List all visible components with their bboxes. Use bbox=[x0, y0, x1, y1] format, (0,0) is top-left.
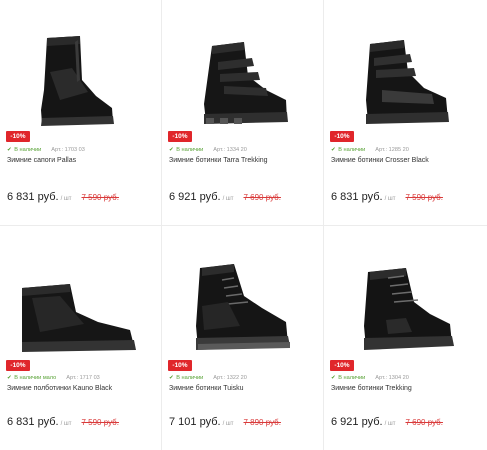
stock-label: В наличии bbox=[338, 375, 366, 381]
lace-winter-boot-icon bbox=[196, 264, 290, 350]
current-price: 6 921 руб. bbox=[169, 191, 221, 203]
discount-badge: -10% bbox=[6, 360, 30, 371]
check-icon: ✔ bbox=[331, 375, 336, 381]
stock-status: ✔ В наличии Арт.: 1304 20 bbox=[331, 374, 409, 383]
article-number: Арт.: 1304 20 bbox=[375, 375, 409, 381]
check-icon: ✔ bbox=[7, 147, 12, 153]
old-price: 7 890 руб. bbox=[243, 418, 281, 427]
product-card[interactable]: -10% ✔ В наличии мало Арт.: 1717 03 Зимни… bbox=[0, 226, 162, 450]
price-row: 6 831 руб. / шт 7 590 руб. bbox=[331, 189, 443, 206]
current-price: 7 101 руб. bbox=[169, 416, 221, 428]
current-price: 6 831 руб. bbox=[7, 191, 59, 203]
stock-label: В наличии bbox=[176, 147, 204, 153]
price-row: 6 921 руб. / шт 7 690 руб. bbox=[331, 414, 443, 431]
old-price: 7 690 руб. bbox=[405, 418, 443, 427]
product-card[interactable]: -10% ✔ В наличии Арт.: 1703 03 Зимние сап… bbox=[0, 0, 162, 225]
product-card[interactable]: -10% ✔ В наличии Арт.: 1334 20 Зимние бот… bbox=[162, 0, 324, 225]
old-price: 7 590 руб. bbox=[81, 418, 119, 427]
stock-label: В наличии bbox=[176, 375, 204, 381]
stock-status: ✔ В наличии Арт.: 1334 20 bbox=[169, 146, 247, 155]
stock-label: В наличии мало bbox=[14, 375, 57, 381]
price-row: 6 831 руб. / шт 7 590 руб. bbox=[7, 414, 119, 431]
stock-status: ✔ В наличии мало Арт.: 1717 03 bbox=[7, 374, 100, 383]
check-icon: ✔ bbox=[169, 147, 174, 153]
article-number: Арт.: 1285 20 bbox=[375, 147, 409, 153]
price-unit: / шт bbox=[384, 196, 396, 202]
price-unit: / шт bbox=[384, 421, 396, 427]
product-name-link[interactable]: Зимние ботинки Crosser Black bbox=[331, 156, 429, 166]
stock-label: В наличии bbox=[338, 147, 366, 153]
product-image[interactable] bbox=[324, 226, 486, 361]
price-row: 6 921 руб. / шт 7 690 руб. bbox=[169, 189, 281, 206]
product-image[interactable] bbox=[162, 226, 324, 361]
stock-status: ✔ В наличии Арт.: 1703 03 bbox=[7, 146, 85, 155]
stock-status: ✔ В наличии Арт.: 1285 20 bbox=[331, 146, 409, 155]
product-image[interactable] bbox=[0, 0, 162, 135]
old-price: 7 590 руб. bbox=[81, 193, 119, 202]
low-winter-boot-icon bbox=[22, 284, 136, 352]
discount-badge: -10% bbox=[6, 131, 30, 142]
velcro-winter-boot-icon bbox=[204, 42, 288, 124]
product-name-link[interactable]: Зимние ботинки Tuisku bbox=[169, 384, 244, 394]
current-price: 6 831 руб. bbox=[7, 416, 59, 428]
product-card[interactable]: -10% ✔ В наличии Арт.: 1285 20 Зимние бот… bbox=[324, 0, 486, 225]
stock-status: ✔ В наличии Арт.: 1322 20 bbox=[169, 374, 247, 383]
price-unit: / шт bbox=[222, 196, 234, 202]
product-image[interactable] bbox=[162, 0, 324, 135]
product-card[interactable]: -10% ✔ В наличии Арт.: 1304 20 Зимние бот… bbox=[324, 226, 486, 450]
product-name-link[interactable]: Зимние сапоги Pallas bbox=[7, 156, 76, 166]
stock-label: В наличии bbox=[14, 147, 42, 153]
product-card[interactable]: -10% ✔ В наличии Арт.: 1322 20 Зимние бот… bbox=[162, 226, 324, 450]
product-name-link[interactable]: Зимние ботинки Tarra Trekking bbox=[169, 156, 268, 166]
discount-badge: -10% bbox=[330, 360, 354, 371]
product-name-link[interactable]: Зимние ботинки Trekking bbox=[331, 384, 412, 394]
price-row: 7 101 руб. / шт 7 890 руб. bbox=[169, 414, 281, 431]
check-icon: ✔ bbox=[169, 375, 174, 381]
article-number: Арт.: 1703 03 bbox=[51, 147, 85, 153]
velcro-winter-boot-icon bbox=[366, 40, 449, 124]
article-number: Арт.: 1717 03 bbox=[66, 375, 100, 381]
discount-badge: -10% bbox=[330, 131, 354, 142]
price-row: 6 831 руб. / шт 7 590 руб. bbox=[7, 189, 119, 206]
product-name-link[interactable]: Зимние полботинки Kauno Black bbox=[7, 384, 112, 394]
old-price: 7 690 руб. bbox=[243, 193, 281, 202]
discount-badge: -10% bbox=[168, 360, 192, 371]
check-icon: ✔ bbox=[7, 375, 12, 381]
old-price: 7 590 руб. bbox=[405, 193, 443, 202]
price-unit: / шт bbox=[60, 196, 72, 202]
article-number: Арт.: 1334 20 bbox=[213, 147, 247, 153]
product-image[interactable] bbox=[0, 226, 162, 361]
article-number: Арт.: 1322 20 bbox=[213, 375, 247, 381]
product-grid: -10% ✔ В наличии Арт.: 1703 03 Зимние сап… bbox=[0, 0, 487, 450]
price-unit: / шт bbox=[222, 421, 234, 427]
lace-winter-boot-icon bbox=[364, 268, 454, 350]
current-price: 6 831 руб. bbox=[331, 191, 383, 203]
product-image[interactable] bbox=[324, 0, 486, 135]
check-icon: ✔ bbox=[331, 147, 336, 153]
price-unit: / шт bbox=[60, 421, 72, 427]
current-price: 6 921 руб. bbox=[331, 416, 383, 428]
tall-winter-boot-icon bbox=[41, 36, 114, 126]
discount-badge: -10% bbox=[168, 131, 192, 142]
